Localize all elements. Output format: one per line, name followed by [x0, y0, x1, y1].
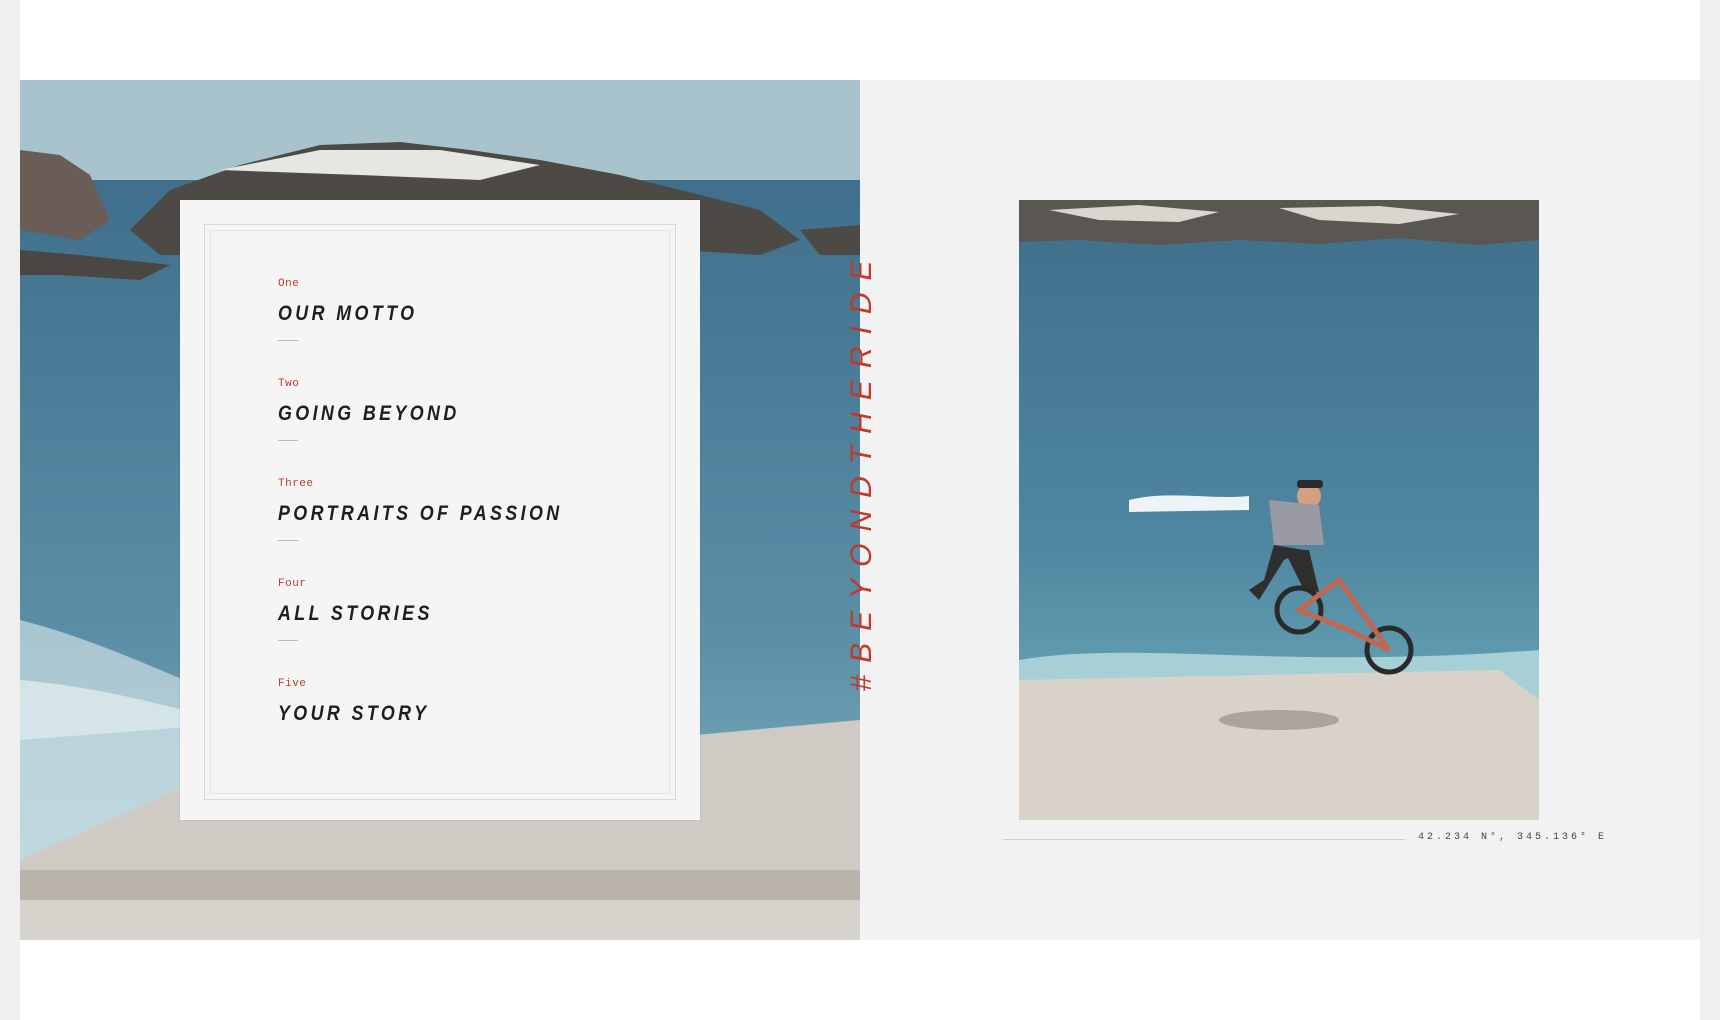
menu-item-label[interactable]: PORTRAITS OF PASSION — [278, 502, 563, 526]
menu-item-number: Five — [278, 678, 307, 690]
menu-item-label[interactable]: OUR MOTTO — [278, 302, 563, 326]
menu-item-our-motto[interactable]: One OUR MOTTO — [278, 278, 613, 378]
menu-divider — [278, 540, 298, 541]
menu-item-going-beyond[interactable]: Two GOING BEYOND — [278, 378, 613, 478]
menu-item-portraits-of-passion[interactable]: Three PORTRAITS OF PASSION — [278, 478, 613, 578]
hashtag-beyondtheride: #BEYONDTHERIDE — [845, 248, 878, 692]
menu-divider — [278, 340, 298, 341]
bmx-photo-illustration — [1019, 200, 1539, 820]
menu-item-all-stories[interactable]: Four ALL STORIES — [278, 578, 613, 678]
menu-item-number: Four — [278, 578, 307, 590]
bmx-photo — [1019, 200, 1539, 820]
menu-item-label[interactable]: YOUR STORY — [278, 702, 563, 726]
menu-divider — [278, 640, 298, 641]
menu-divider — [278, 440, 298, 441]
menu-item-number: Two — [278, 378, 300, 390]
menu-item-label[interactable]: GOING BEYOND — [278, 402, 563, 426]
menu-item-label[interactable]: ALL STORIES — [278, 602, 563, 626]
menu-card: One OUR MOTTO Two GOING BEYOND Three POR… — [180, 200, 700, 820]
caption-divider — [1003, 839, 1405, 840]
menu-item-your-story[interactable]: Five YOUR STORY — [278, 678, 613, 778]
photo-coordinates: 42.234 N°, 345.136° E — [1418, 832, 1608, 843]
menu-list: One OUR MOTTO Two GOING BEYOND Three POR… — [278, 278, 613, 778]
menu-item-number: One — [278, 278, 300, 290]
menu-item-number: Three — [278, 478, 314, 490]
page: One OUR MOTTO Two GOING BEYOND Three POR… — [0, 0, 1720, 1020]
